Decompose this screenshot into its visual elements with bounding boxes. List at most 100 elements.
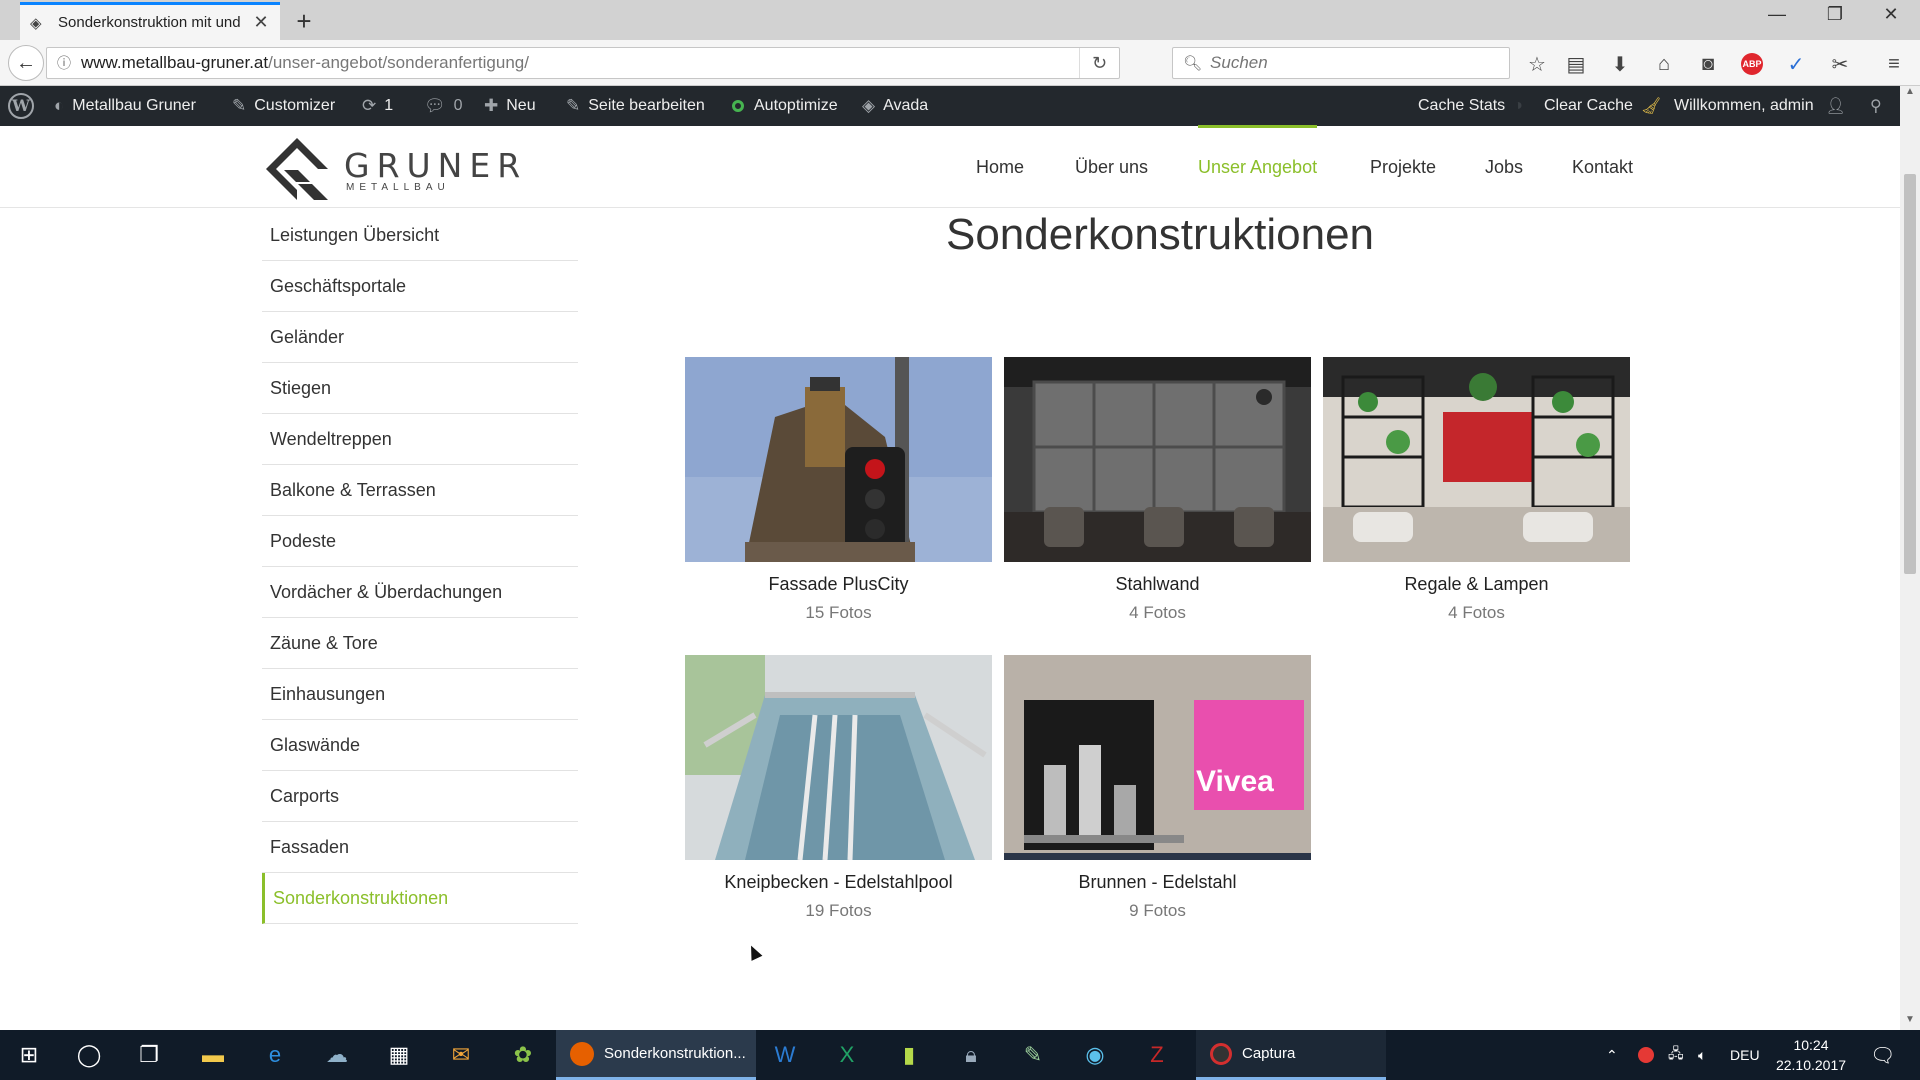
bookmark-app-icon[interactable]: ▮	[884, 1030, 934, 1080]
sidebar-item-fences-gates[interactable]: Zäune & Tore	[262, 618, 578, 669]
volume-icon[interactable]: 🔈︎	[1698, 1030, 1706, 1080]
nav-offer[interactable]: Unser Angebot	[1198, 124, 1318, 208]
sidebar-item-spiral-stairs[interactable]: Wendeltreppen	[262, 414, 578, 465]
gallery-thumbnail[interactable]	[1004, 357, 1311, 562]
address-bar[interactable]: ⓘ www.metallbau-gruner.at /unser-angebot…	[46, 47, 1120, 79]
adminbar-autoptimize[interactable]: Autoptimize	[732, 86, 838, 126]
adminbar-avada[interactable]: ◈ Avada	[862, 86, 928, 126]
home-icon[interactable]: ⌂	[1650, 50, 1678, 78]
adminbar-site-link[interactable]: ◐ Metallbau Gruner	[54, 86, 196, 126]
hamburger-menu-icon[interactable]: ≡	[1880, 50, 1908, 78]
taskbar-captura[interactable]: Captura	[1196, 1030, 1386, 1080]
adblock-icon[interactable]: ABP	[1738, 50, 1766, 78]
gallery-thumbnail[interactable]	[1323, 357, 1630, 562]
adminbar-cache-stats[interactable]: Cache Stats ◑	[1418, 86, 1523, 126]
close-tab-icon[interactable]: ✕	[252, 12, 270, 33]
green-app-icon[interactable]: ✿	[498, 1030, 548, 1080]
site-logo[interactable]: GRUNER METALLBAU	[262, 134, 520, 204]
gallery-thumbnail[interactable]: Vivea	[1004, 655, 1311, 860]
sidebar-item-label: Geschäftsportale	[270, 275, 407, 296]
notifications-icon[interactable]: 🗨︎	[1870, 1030, 1895, 1080]
search-input[interactable]	[1210, 53, 1491, 73]
camera-app-icon[interactable]: ◉	[1070, 1030, 1120, 1080]
sidebar-item-facades[interactable]: Fassaden	[262, 822, 578, 873]
sidebar-item-carports[interactable]: Carports	[262, 771, 578, 822]
sidebar-item-canopies[interactable]: Vordächer & Überdachungen	[262, 567, 578, 618]
filezilla-icon[interactable]: Z	[1132, 1030, 1182, 1080]
downloads-icon[interactable]: ⬇	[1606, 50, 1634, 78]
sidebar-item-glass-walls[interactable]: Glaswände	[262, 720, 578, 771]
pen-app-icon[interactable]: ✎	[1008, 1030, 1058, 1080]
sidebar-item-overview[interactable]: Leistungen Übersicht	[262, 210, 578, 261]
screenshot-extension-icon[interactable]: ✂	[1826, 50, 1854, 78]
browser-tab[interactable]: ◈ Sonderkonstruktion mit und ✕	[20, 2, 280, 40]
nav-about[interactable]: Über uns	[1075, 126, 1148, 208]
windows-start-icon[interactable]: ⊞	[0, 1030, 58, 1080]
gallery-card[interactable]: Stahlwand 4 Fotos	[1004, 357, 1311, 623]
taskbar-clock[interactable]: 10:24 22.10.2017	[1766, 1035, 1856, 1075]
sidebar-item-stairs[interactable]: Stiegen	[262, 363, 578, 414]
new-tab-button[interactable]: +	[290, 6, 318, 37]
gallery-card[interactable]: Regale & Lampen 4 Fotos	[1323, 357, 1630, 623]
wordpress-logo-icon[interactable]: W	[8, 86, 34, 126]
adminbar-customizer[interactable]: ✎ Customizer	[232, 86, 335, 126]
adminbar-comments[interactable]: 💬︎ 0	[424, 86, 463, 126]
gallery-card[interactable]: Kneipbecken - Edelstahlpool 19 Fotos	[685, 655, 992, 921]
tray-overflow-icon[interactable]: ⌃	[1606, 1030, 1618, 1080]
gallery-card[interactable]: Vivea Brunnen - Edelstahl 9 Fotos	[1004, 655, 1311, 921]
language-indicator[interactable]: DEU	[1730, 1030, 1760, 1080]
word-icon[interactable]: W	[760, 1030, 810, 1080]
bookmark-star-icon[interactable]: ☆	[1523, 50, 1551, 78]
nav-contact[interactable]: Kontakt	[1572, 126, 1633, 208]
gallery-title[interactable]: Regale & Lampen	[1323, 574, 1630, 595]
checkmark-extension-icon[interactable]: ✓	[1782, 50, 1810, 78]
recording-tray-icon[interactable]	[1638, 1030, 1654, 1080]
gallery-thumbnail[interactable]	[685, 357, 992, 562]
scroll-up-icon[interactable]: ▲	[1900, 86, 1920, 102]
file-explorer-icon[interactable]: ▬	[188, 1030, 238, 1080]
cortana-search-icon[interactable]: ◯	[64, 1030, 114, 1080]
sidebar-item-landings[interactable]: Podeste	[262, 516, 578, 567]
adminbar-search-icon[interactable]: ⚲	[1870, 86, 1882, 126]
gallery-card[interactable]: Fassade PlusCity 15 Fotos	[685, 357, 992, 623]
adminbar-account[interactable]: Willkommen, admin 👤︎	[1674, 86, 1846, 126]
lock-app-icon[interactable]: 🔒︎	[946, 1030, 996, 1080]
scrollbar-thumb[interactable]	[1904, 174, 1916, 574]
reading-list-icon[interactable]: ▤	[1562, 50, 1590, 78]
reload-button[interactable]: ↻	[1079, 48, 1119, 78]
back-button[interactable]: ←	[8, 45, 44, 81]
adminbar-clear-cache[interactable]: Clear Cache 🧹︎	[1544, 86, 1661, 126]
calculator-icon[interactable]: ▦	[374, 1030, 424, 1080]
nav-projects[interactable]: Projekte	[1370, 126, 1436, 208]
gallery-thumbnail[interactable]	[685, 655, 992, 860]
gallery-title[interactable]: Fassade PlusCity	[685, 574, 992, 595]
site-info-icon[interactable]: ⓘ	[57, 53, 71, 73]
sidebar-item-balconies[interactable]: Balkone & Terrassen	[262, 465, 578, 516]
sidebar-item-railings[interactable]: Geländer	[262, 312, 578, 363]
cloud-app-icon[interactable]: ☁	[312, 1030, 362, 1080]
sidebar-item-enclosures[interactable]: Einhausungen	[262, 669, 578, 720]
network-icon[interactable]: 🖧︎	[1668, 1030, 1684, 1080]
sidebar-item-special-constructions[interactable]: Sonderkonstruktionen	[262, 873, 578, 924]
close-window-button[interactable]: ✕	[1868, 4, 1914, 25]
mail-app-icon[interactable]: ✉	[436, 1030, 486, 1080]
gallery-title[interactable]: Kneipbecken - Edelstahlpool	[685, 872, 992, 893]
nav-home[interactable]: Home	[976, 126, 1024, 208]
taskbar-firefox[interactable]: Sonderkonstruktion...	[556, 1030, 756, 1080]
scroll-down-icon[interactable]: ▼	[1900, 1014, 1920, 1030]
excel-icon[interactable]: X	[822, 1030, 872, 1080]
edge-browser-icon[interactable]: e	[250, 1030, 300, 1080]
task-view-icon[interactable]: ❐	[124, 1030, 174, 1080]
sidebar-item-shop-portals[interactable]: Geschäftsportale	[262, 261, 578, 312]
nav-jobs[interactable]: Jobs	[1485, 126, 1523, 208]
restore-window-button[interactable]: ❐	[1812, 4, 1858, 25]
adminbar-new[interactable]: ✚ Neu	[484, 86, 536, 126]
adminbar-updates[interactable]: ⟳ 1	[362, 86, 393, 126]
gallery-title[interactable]: Stahlwand	[1004, 574, 1311, 595]
page-scrollbar[interactable]: ▲ ▼	[1900, 86, 1920, 1030]
adminbar-edit-page[interactable]: ✎ Seite bearbeiten	[566, 86, 705, 126]
pocket-icon[interactable]: ◙	[1694, 50, 1722, 78]
minimize-window-button[interactable]: —	[1754, 4, 1800, 25]
gallery-title[interactable]: Brunnen - Edelstahl	[1004, 872, 1311, 893]
search-box[interactable]: 🔍︎	[1172, 47, 1510, 79]
